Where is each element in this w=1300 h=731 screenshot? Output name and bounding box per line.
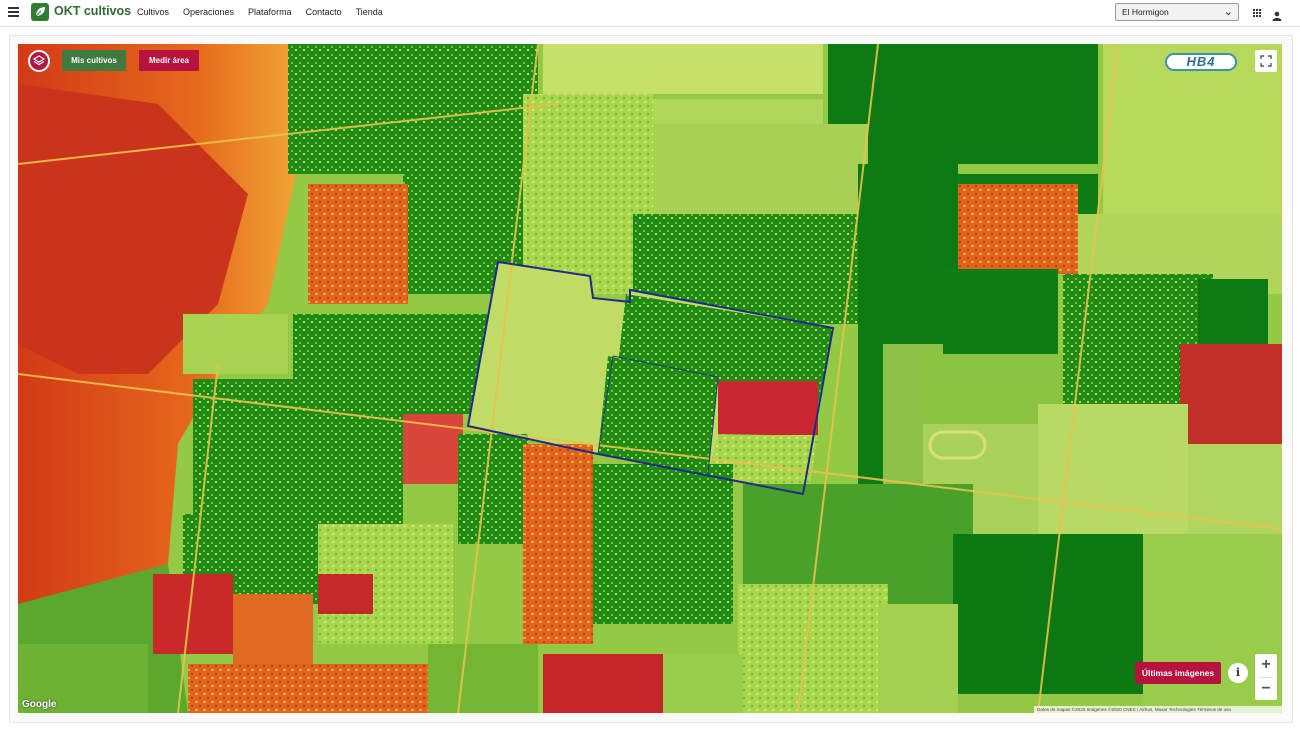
measure-area-button[interactable]: Medir área	[139, 50, 199, 71]
main-nav: Cultivos Operaciones Plataforma Contacto…	[137, 7, 383, 17]
nav-item-plataforma[interactable]: Plataforma	[248, 7, 292, 17]
layers-icon[interactable]	[28, 50, 50, 72]
farm-select[interactable]: El Hormigon ⌄	[1115, 3, 1239, 21]
farm-select-value: El Hormigon	[1122, 7, 1169, 17]
apps-grid-icon[interactable]	[1253, 9, 1262, 18]
map-attribution[interactable]: Datos de mapas ©2020 Imágenes ©2020 CNES…	[1034, 706, 1282, 713]
info-icon[interactable]: i	[1228, 663, 1248, 683]
top-navigation-bar: OKT cultivos Cultivos Operaciones Plataf…	[0, 0, 1300, 27]
my-crops-button[interactable]: Mis cultivos	[62, 50, 126, 71]
nav-item-operaciones[interactable]: Operaciones	[183, 7, 234, 17]
leaf-logo-icon[interactable]	[31, 3, 49, 21]
zoom-out-button[interactable]: −	[1255, 678, 1277, 701]
fullscreen-icon[interactable]	[1255, 50, 1277, 72]
zoom-control: + −	[1255, 654, 1277, 700]
zoom-in-button[interactable]: +	[1255, 654, 1277, 677]
google-logo[interactable]: Google	[22, 699, 56, 710]
hb4-brand-badge: HB4	[1165, 53, 1237, 71]
app-name[interactable]: OKT cultivos	[54, 4, 131, 18]
chevron-down-icon: ⌄	[1223, 6, 1233, 18]
hamburger-icon[interactable]	[8, 7, 19, 17]
nav-item-cultivos[interactable]: Cultivos	[137, 7, 169, 17]
user-icon[interactable]	[1272, 8, 1282, 21]
ndvi-field-layer	[18, 44, 1282, 713]
latest-images-button[interactable]: Últimas imágenes	[1135, 662, 1221, 684]
nav-item-contacto[interactable]: Contacto	[306, 7, 342, 17]
satellite-ndvi-map[interactable]	[18, 44, 1282, 713]
nav-item-tienda[interactable]: Tienda	[356, 7, 383, 17]
